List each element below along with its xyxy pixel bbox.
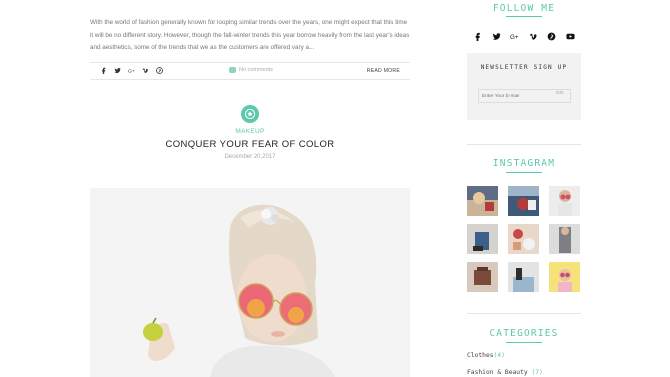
category-count: (7) [531, 369, 543, 376]
instagram-title: INSTAGRAM [492, 158, 556, 169]
instagram-photo-2[interactable] [508, 186, 539, 216]
instagram-photo-6[interactable] [549, 224, 580, 254]
vimeo-icon[interactable] [529, 32, 538, 41]
pinterest-icon[interactable] [547, 32, 556, 41]
instagram-photo-4[interactable] [467, 224, 498, 254]
category-label: Fashion & Beauty [467, 369, 528, 376]
sidebar-divider-2 [467, 313, 581, 314]
instagram-photo-1[interactable] [467, 186, 498, 216]
twitter-icon[interactable] [492, 32, 501, 41]
instagram-photo-3[interactable] [549, 186, 580, 216]
social-icons: G+ [473, 32, 575, 41]
comments-link[interactable]: No comments [229, 67, 273, 73]
follow-underline [506, 16, 542, 17]
category-count: (4) [493, 352, 505, 359]
share-icons: G+ [100, 67, 163, 74]
facebook-icon[interactable] [100, 67, 107, 74]
star-icon [241, 105, 259, 123]
instagram-photo-8[interactable] [508, 262, 539, 292]
hero-image[interactable] [90, 188, 410, 377]
twitter-icon[interactable] [114, 67, 121, 74]
categories-underline [506, 342, 542, 343]
post-category[interactable]: MAKEUP [90, 128, 410, 135]
comment-bubble-icon [229, 67, 236, 73]
category-item-fashion-beauty[interactable]: Fashion & Beauty (7) [467, 369, 543, 376]
category-label: Clothes [467, 352, 494, 359]
svg-text:G+: G+ [128, 69, 135, 74]
newsletter-submit-button[interactable]: GO [556, 91, 563, 96]
post-meta-bar: G+ No comments READ MORE [90, 62, 410, 80]
instagram-photo-9[interactable] [549, 262, 580, 292]
instagram-photo-7[interactable] [467, 262, 498, 292]
sidebar-divider [467, 144, 581, 145]
facebook-icon[interactable] [473, 32, 482, 41]
post-excerpt: With the world of fashion generally know… [90, 19, 410, 52]
instagram-photo-5[interactable] [508, 224, 539, 254]
google-plus-icon[interactable]: G+ [510, 32, 519, 41]
comments-label: No comments [239, 67, 273, 73]
post-title[interactable]: CONQUER YOUR FEAR OF COLOR [90, 139, 410, 150]
youtube-icon[interactable] [566, 32, 575, 41]
category-item-clothes[interactable]: Clothes(4) [467, 352, 505, 359]
post-date: December 20,2017 [224, 154, 276, 160]
newsletter-box: NEWSLETTER SIGN UP GO [467, 53, 581, 120]
instagram-underline [506, 172, 542, 173]
google-plus-icon[interactable]: G+ [128, 67, 135, 74]
categories-title: CATEGORIES [489, 328, 559, 339]
follow-title: FOLLOW ME [492, 3, 556, 14]
read-more-link[interactable]: READ MORE [367, 68, 400, 74]
pinterest-icon[interactable] [156, 67, 163, 74]
svg-text:G+: G+ [510, 34, 519, 41]
vimeo-icon[interactable] [142, 67, 149, 74]
newsletter-title: NEWSLETTER SIGN UP [480, 64, 568, 71]
